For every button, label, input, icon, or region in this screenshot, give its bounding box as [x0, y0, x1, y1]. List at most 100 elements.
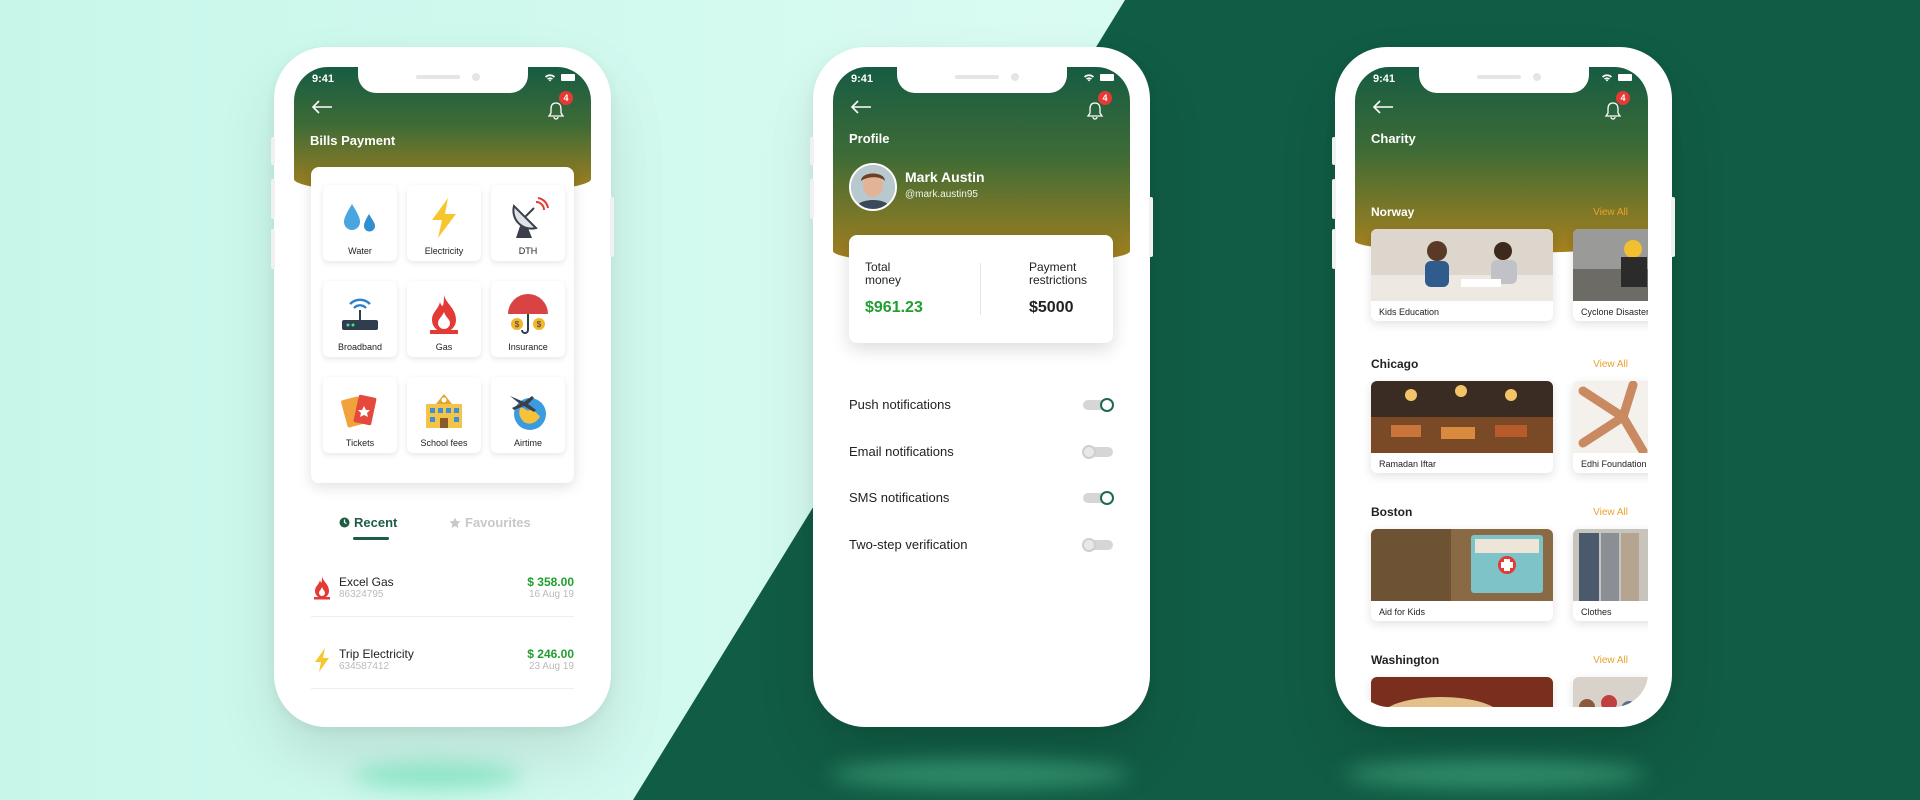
notification-bell[interactable]: 4 — [1084, 91, 1112, 121]
charity-card[interactable] — [1371, 677, 1553, 707]
tab-recent[interactable]: Recent — [339, 515, 397, 530]
notification-bell[interactable]: 4 — [545, 91, 573, 121]
charity-card[interactable]: Aid for Kids — [1371, 529, 1553, 621]
phone-side-button — [1671, 197, 1675, 257]
tab-favourites[interactable]: Favourites — [449, 515, 531, 530]
tickets-icon — [341, 394, 377, 428]
payment-restrictions-label: Payment restrictions — [1029, 260, 1088, 287]
service-water[interactable]: Water — [323, 185, 397, 261]
view-all-link[interactable]: View All — [1593, 207, 1628, 218]
city-heading: Norway — [1371, 205, 1415, 219]
globe-plane-icon — [510, 396, 546, 430]
service-electricity[interactable]: Electricity — [407, 185, 481, 261]
transaction-row[interactable]: Excel Gas 86324795 $ 358.00 16 Aug 19 — [311, 557, 574, 617]
notification-badge: 4 — [1616, 91, 1630, 105]
email-notifications-toggle[interactable] — [1082, 445, 1113, 459]
charity-card-label: Edhi Foundation — [1581, 459, 1647, 469]
umbrella-icon: $ $ — [508, 294, 548, 334]
first-aid-kit-photo — [1371, 529, 1553, 601]
battery-icon — [1100, 74, 1114, 81]
setting-label: SMS notifications — [849, 490, 950, 505]
phone-side-button — [1332, 229, 1336, 269]
view-all-link[interactable]: View All — [1593, 359, 1628, 370]
service-insurance[interactable]: $ $ Insurance — [491, 281, 565, 357]
service-airtime[interactable]: Airtime — [491, 377, 565, 453]
wifi-icon — [1602, 74, 1612, 82]
floor-shadow — [352, 762, 522, 790]
two-step-verification-toggle[interactable] — [1082, 538, 1113, 552]
page-title: Profile — [849, 131, 890, 146]
page-title: Bills Payment — [310, 133, 396, 148]
tab-recent-label: Recent — [354, 515, 398, 530]
router-icon — [342, 298, 378, 330]
back-arrow-icon[interactable] — [849, 99, 873, 115]
avatar[interactable] — [849, 163, 897, 211]
phone-bills-payment: 9:41 4 Bills Payment Water Electricity D… — [271, 47, 614, 727]
money-summary-card: Total money $961.23 Payment restrictions $… — [849, 235, 1113, 343]
total-money-label: Total money — [865, 260, 902, 287]
transaction-amount: $ 246.00 — [527, 647, 574, 661]
wifi-icon — [545, 74, 555, 82]
setting-push-notifications: Push notifications — [849, 397, 1114, 417]
charity-card[interactable]: Clothes — [1573, 529, 1648, 621]
notification-bell[interactable]: 4 — [1602, 91, 1630, 121]
service-tickets[interactable]: Tickets — [323, 377, 397, 453]
setting-two-step-verification: Two-step verification — [849, 537, 1113, 557]
service-dth[interactable]: DTH — [491, 185, 565, 261]
charity-card-label: Aid for Kids — [1379, 607, 1426, 617]
setting-sms-notifications: SMS notifications — [849, 490, 1114, 510]
satellite-dish-icon — [512, 197, 549, 238]
phone-side-button — [1149, 197, 1153, 257]
tab-favourites-label: Favourites — [465, 515, 531, 530]
clothes-photo — [1573, 529, 1648, 601]
screen: 9:41 4 Bills Payment Water Electricity D… — [294, 67, 591, 707]
charity-card[interactable]: Cyclone Disaster — [1573, 229, 1648, 321]
charity-card[interactable]: Edhi Foundation — [1573, 381, 1648, 473]
floor-shadow — [830, 760, 1130, 788]
service-label: DTH — [518, 246, 538, 256]
status-time: 9:41 — [312, 73, 335, 85]
transaction-date: 23 Aug 19 — [528, 661, 574, 672]
push-notifications-toggle[interactable] — [1083, 398, 1114, 412]
phone-profile: 9:41 4 Profile Mark Austin @mark.austin9… — [810, 47, 1153, 727]
profile-name: Mark Austin — [905, 169, 985, 185]
total-money-value: $961.23 — [865, 299, 923, 316]
wifi-icon — [1084, 74, 1094, 82]
charity-card[interactable] — [1573, 677, 1648, 707]
city-heading: Boston — [1371, 505, 1413, 519]
service-label: Broadband — [337, 342, 383, 352]
gas-flame-icon — [314, 576, 330, 600]
service-label: Insurance — [508, 342, 548, 352]
payment-restrictions-value: $5000 — [1029, 299, 1074, 316]
view-all-link[interactable]: View All — [1593, 507, 1628, 518]
charity-card[interactable]: Ramadan Iftar — [1371, 381, 1553, 473]
service-school-fees[interactable]: School fees — [407, 377, 481, 453]
service-gas[interactable]: Gas — [407, 281, 481, 357]
cyclone-disaster-photo — [1573, 229, 1648, 301]
transaction-amount: $ 358.00 — [527, 575, 574, 589]
transaction-row[interactable]: Trip Electricity 634587412 $ 246.00 23 A… — [311, 629, 574, 689]
view-all-link[interactable]: View All — [1593, 655, 1628, 666]
phone-side-button — [810, 137, 814, 165]
phone-side-button — [271, 229, 275, 269]
back-arrow-icon[interactable] — [1371, 99, 1395, 115]
divider — [980, 263, 981, 315]
service-broadband[interactable]: Broadband — [323, 281, 397, 357]
phone-side-button — [810, 179, 814, 219]
city-heading: Washington — [1371, 653, 1440, 667]
transaction-id: 634587412 — [339, 661, 390, 672]
svg-text:$: $ — [515, 320, 520, 329]
crowd-photo — [1573, 677, 1648, 707]
screen: 9:41 4 Charity Norway View All Kids Educ… — [1355, 67, 1648, 707]
charity-card[interactable]: Kids Education — [1371, 229, 1553, 321]
food-photo — [1371, 677, 1553, 707]
service-label: School fees — [420, 438, 468, 448]
header — [1355, 67, 1648, 253]
charity-card-label: Cyclone Disaster — [1581, 307, 1648, 317]
sms-notifications-toggle[interactable] — [1083, 491, 1114, 505]
city-heading: Chicago — [1371, 357, 1419, 371]
history-tabs: Recent Favourites — [294, 515, 591, 540]
setting-label: Push notifications — [849, 397, 951, 412]
edhi-foundation-photo — [1573, 381, 1648, 453]
back-arrow-icon[interactable] — [310, 99, 334, 115]
